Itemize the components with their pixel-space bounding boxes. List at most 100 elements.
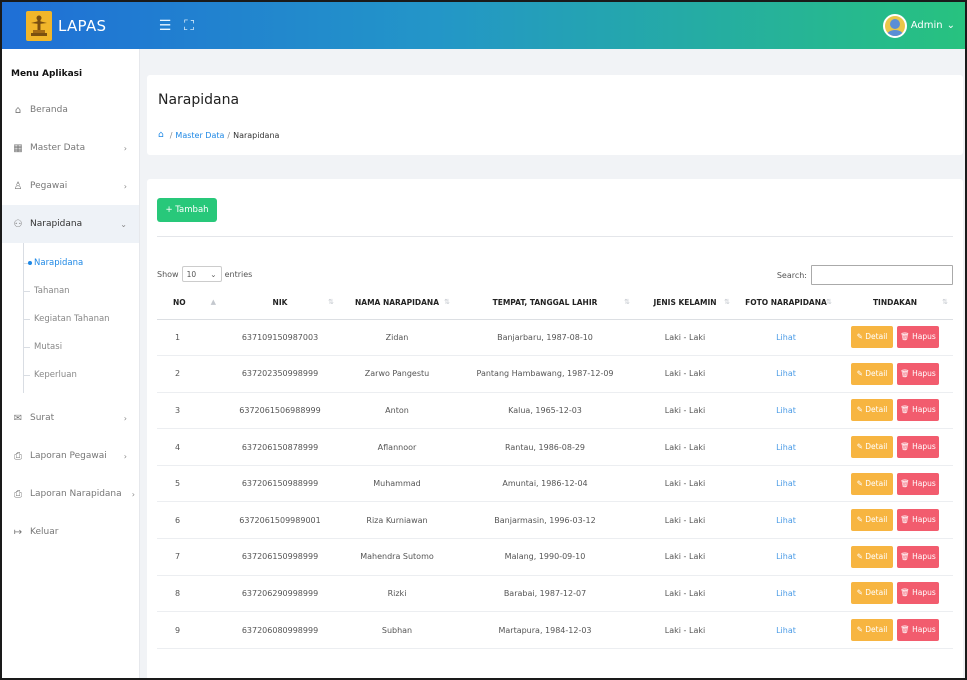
cell-nama: Mahendra Sutomo — [339, 538, 455, 576]
detail-button[interactable]: ✎ Detail — [851, 436, 893, 459]
table-row: 4 637206150878999 Aflannoor Rantau, 1986-08… — [157, 428, 953, 466]
cell-ttl: Banjarbaru, 1987-08-10 — [455, 319, 635, 357]
cell-actions: ✎ Detail 🗑 Hapus — [837, 611, 953, 649]
expand-icon[interactable]: ⛶ — [178, 18, 200, 34]
cell-no: 7 — [157, 538, 221, 576]
cell-actions: ✎ Detail 🗑 Hapus — [837, 428, 953, 466]
brand[interactable]: LAPAS — [2, 10, 152, 41]
hapus-label: Hapus — [912, 405, 936, 415]
detail-button[interactable]: ✎ Detail — [851, 545, 893, 568]
lihat-foto-link[interactable]: Lihat — [735, 319, 837, 357]
column-header-nama[interactable]: NAMA NARAPIDANA ⇅ — [339, 287, 455, 320]
trash-icon: 🗑 — [900, 625, 913, 635]
hapus-label: Hapus — [912, 551, 936, 561]
detail-button[interactable]: ✎ Detail — [851, 619, 893, 642]
column-header-ttl[interactable]: TEMPAT, TANGGAL LAHIR ⇅ — [455, 287, 635, 320]
sort-icon: ⇅ — [826, 298, 832, 306]
delete-button[interactable]: 🗑 Hapus — [897, 619, 939, 642]
sidebar-item-pegawai[interactable]: ♙ Pegawai › — [2, 167, 139, 205]
sidebar-item-narapidana[interactable]: ⚇ Narapidana ⌄ — [2, 205, 139, 243]
delete-button[interactable]: 🗑 Hapus — [897, 582, 939, 605]
cell-actions: ✎ Detail 🗑 Hapus — [837, 355, 953, 393]
column-header-jenis-kelamin[interactable]: JENIS KELAMIN ⇅ — [635, 287, 735, 320]
delete-button[interactable]: 🗑 Hapus — [897, 472, 939, 495]
detail-button[interactable]: ✎ Detail — [851, 509, 893, 532]
cell-ttl: Amuntai, 1986-12-04 — [455, 465, 635, 503]
cell-jenis-kelamin: Laki - Laki — [635, 319, 735, 357]
sidebar-item-label: Keluar — [30, 527, 59, 537]
sidebar-item-label: Master Data — [30, 143, 86, 153]
column-header-nik[interactable]: NIK ⇅ — [221, 287, 339, 320]
delete-button[interactable]: 🗑 Hapus — [897, 545, 939, 568]
cell-no: 4 — [157, 428, 221, 466]
cell-nama: Subhan — [339, 611, 455, 649]
table-row: 1 637109150987003 Zidan Banjarbaru, 1987-08… — [157, 319, 953, 357]
edit-icon: ✎ — [856, 625, 866, 635]
sidebar-item-laporan-pegawai[interactable]: ⎙ Laporan Pegawai › — [2, 437, 139, 475]
delete-button[interactable]: 🗑 Hapus — [897, 326, 939, 349]
submenu-item-narapidana[interactable]: Narapidana — [24, 249, 139, 277]
cell-jenis-kelamin: Laki - Laki — [635, 538, 735, 576]
breadcrumb-separator: / — [227, 130, 231, 140]
column-header-tindakan[interactable]: TINDAKAN ⇅ — [837, 287, 953, 320]
detail-button[interactable]: ✎ Detail — [851, 582, 893, 605]
hapus-label: Hapus — [912, 478, 936, 488]
chevron-down-icon: ⌄ — [210, 269, 217, 279]
hamburger-icon[interactable]: ☰ — [154, 18, 176, 34]
edit-icon: ✎ — [856, 368, 866, 378]
column-header-no[interactable]: NO ▲ — [157, 287, 221, 320]
brand-name: LAPAS — [58, 16, 107, 35]
lihat-foto-link[interactable]: Lihat — [735, 611, 837, 649]
app-window: LAPAS ☰ ⛶ Admin ⌄ Menu Aplikasi ⌂ Berand… — [0, 0, 967, 680]
cell-actions: ✎ Detail 🗑 Hapus — [837, 465, 953, 503]
detail-button[interactable]: ✎ Detail — [851, 326, 893, 349]
lihat-foto-link[interactable]: Lihat — [735, 355, 837, 393]
cell-no: 1 — [157, 319, 221, 357]
delete-button[interactable]: 🗑 Hapus — [897, 509, 939, 532]
detail-button[interactable]: ✎ Detail — [851, 472, 893, 495]
topbar: LAPAS ☰ ⛶ Admin ⌄ — [2, 2, 965, 49]
lihat-foto-link[interactable]: Lihat — [735, 501, 837, 540]
printer-icon: ⎙ — [14, 488, 22, 500]
submenu-item-kegiatan-tahanan[interactable]: Kegiatan Tahanan — [24, 305, 139, 333]
add-button[interactable]: + Tambah — [157, 198, 217, 222]
submenu-item-keperluan[interactable]: Keperluan — [24, 361, 139, 389]
user-icon: ♙ — [13, 180, 23, 192]
submenu-item-tahanan[interactable]: Tahanan — [24, 277, 139, 305]
entries-select[interactable]: 10 ⌄ — [181, 266, 222, 282]
table-header-row: NO ▲ NIK ⇅ NAMA NARAPIDANA ⇅ TEMPAT, TANGGA… — [157, 287, 953, 320]
sidebar-item-surat[interactable]: ✉ Surat › — [2, 399, 139, 437]
lihat-foto-link[interactable]: Lihat — [735, 392, 837, 430]
lihat-foto-link[interactable]: Lihat — [735, 428, 837, 466]
cell-ttl: Martapura, 1984-12-03 — [455, 611, 635, 649]
sidebar-item-beranda[interactable]: ⌂ Beranda — [2, 91, 139, 129]
submenu-item-mutasi[interactable]: Mutasi — [24, 333, 139, 361]
edit-icon: ✎ — [856, 551, 866, 561]
delete-button[interactable]: 🗑 Hapus — [897, 436, 939, 459]
column-header-foto[interactable]: FOTO NARAPIDANA ⇅ — [735, 287, 837, 320]
delete-button[interactable]: 🗑 Hapus — [897, 399, 939, 422]
narapidana-table: NO ▲ NIK ⇅ NAMA NARAPIDANA ⇅ TEMPAT, TANGGA… — [157, 287, 953, 649]
detail-button[interactable]: ✎ Detail — [851, 399, 893, 422]
lihat-foto-link[interactable]: Lihat — [735, 465, 837, 503]
search-input[interactable] — [811, 265, 953, 285]
cell-ttl: Barabai, 1987-12-07 — [455, 575, 635, 613]
sidebar-item-master-data[interactable]: ▦ Master Data › — [2, 129, 139, 167]
table-row: 7 637206150998999 Mahendra Sutomo Malang, 1… — [157, 538, 953, 576]
avatar[interactable] — [882, 13, 907, 38]
detail-button[interactable]: ✎ Detail — [851, 362, 893, 385]
home-icon[interactable]: ⌂ — [158, 130, 164, 140]
chevron-right-icon: › — [123, 181, 127, 191]
sidebar-item-laporan-narapidana[interactable]: ⎙ Laporan Narapidana › — [2, 475, 139, 513]
delete-button[interactable]: 🗑 Hapus — [897, 362, 939, 385]
cell-nama: Muhammad — [339, 465, 455, 503]
user-menu[interactable]: Admin ⌄ — [882, 13, 965, 38]
breadcrumb-master-data[interactable]: Master Data — [175, 131, 224, 140]
lihat-foto-link[interactable]: Lihat — [735, 538, 837, 576]
detail-label: Detail — [865, 405, 888, 415]
cell-nama: Riza Kurniawan — [339, 501, 455, 540]
detail-label: Detail — [865, 551, 888, 561]
sidebar-item-keluar[interactable]: ↦ Keluar — [2, 513, 139, 551]
cell-actions: ✎ Detail 🗑 Hapus — [837, 392, 953, 430]
lihat-foto-link[interactable]: Lihat — [735, 575, 837, 613]
